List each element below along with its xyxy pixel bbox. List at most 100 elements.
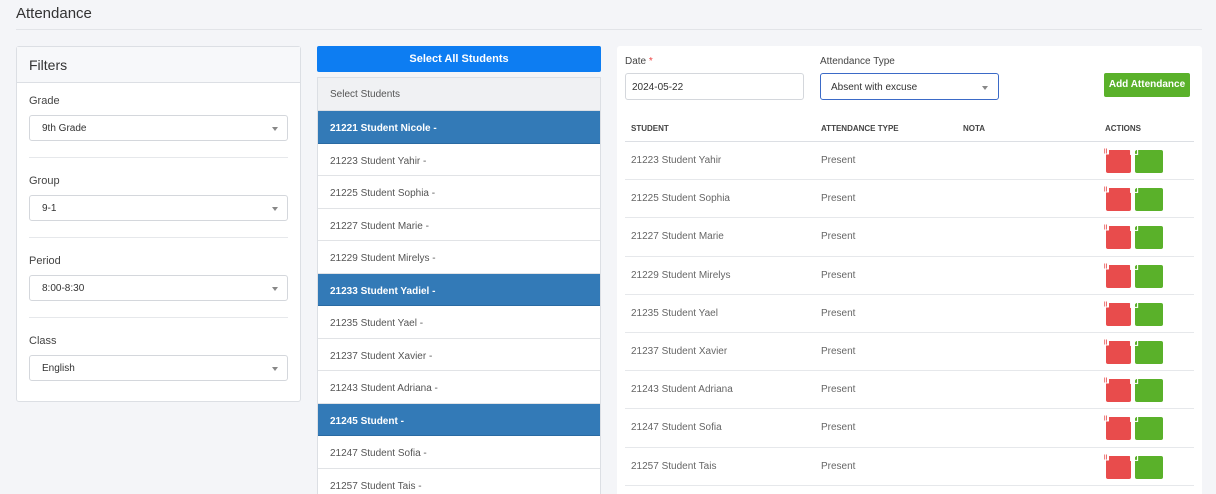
row-student: 21223 Student Yahir [631,155,722,166]
date-input[interactable]: 2024-05-22 [625,73,804,100]
student-list-item[interactable]: 21223 Student Yahir - [318,144,600,176]
row-attendance-type: Present [821,307,856,319]
row-student: 21243 Student Adriana [631,384,733,396]
header-student: STUDENT [631,124,669,133]
row-attendance-type: Present [821,345,856,357]
delete-button[interactable] [1102,260,1131,288]
row-student: 21225 Student Sophia [631,193,730,205]
delete-button[interactable] [1102,298,1131,326]
student-list-item[interactable]: 21237 Student Xavier - [318,339,600,371]
table-row: 21225 Student Sophia Present [625,180,1194,219]
row-student: 21227 Student Marie [631,231,724,243]
class-value: English [42,363,75,374]
table-row: 21247 Student Sofia Present [625,409,1194,448]
edit-button[interactable] [1130,450,1163,479]
grade-filter: Grade 9th Grade [29,95,288,141]
caret-down-icon [272,287,278,291]
group-label: Group [29,175,60,187]
caret-down-icon [272,367,278,371]
filter-divider [29,317,288,318]
filter-divider [29,157,288,158]
delete-button[interactable] [1102,374,1131,403]
table-row: 21223 Student Yahir Present [625,142,1194,181]
period-select[interactable]: 8:00-8:30 [29,275,288,301]
delete-button[interactable] [1102,145,1131,173]
row-attendance-type: Present [821,384,856,396]
table-row: 21237 Student Xavier Present [625,333,1194,372]
edit-button[interactable] [1130,221,1163,250]
grade-value: 9th Grade [42,123,87,134]
edit-button[interactable] [1130,259,1163,288]
period-filter: Period 8:00-8:30 [29,255,288,301]
row-attendance-type: Present [821,460,856,472]
caret-down-icon [272,127,278,131]
group-filter: Group 9-1 [29,175,288,221]
attendance-type-select[interactable]: Absent with excuse [820,73,999,100]
delete-button[interactable] [1102,183,1131,212]
class-select[interactable]: English [29,355,288,381]
row-attendance-type: Present [821,193,856,205]
table-row: 21227 Student Marie Present [625,218,1194,257]
edit-button[interactable] [1130,374,1163,403]
date-label: Date * [625,56,653,67]
student-list-item[interactable]: 21247 Student Sofia - [318,436,600,469]
table-row: 21235 Student Yael Present [625,295,1194,333]
caret-down-icon [982,86,988,90]
row-student: 21257 Student Tais [631,460,717,472]
student-list-item[interactable]: 21257 Student Tais - [318,469,600,494]
row-attendance-type: Present [821,155,856,166]
filters-panel: Filters Grade 9th Grade Group 9-1 Period… [16,46,301,402]
delete-button[interactable] [1102,336,1131,364]
row-student: 21237 Student Xavier [631,345,728,357]
title-divider [16,29,1202,30]
table-header: STUDENT ATTENDANCE TYPE NOTA ACTIONS [625,118,1194,142]
caret-down-icon [272,207,278,211]
student-list-item[interactable]: 21235 Student Yael - [318,306,600,339]
period-value: 8:00-8:30 [42,283,85,294]
row-attendance-type: Present [821,231,856,243]
filters-title: Filters [17,47,300,83]
delete-button[interactable] [1102,451,1131,479]
group-select[interactable]: 9-1 [29,195,288,221]
table-row: 21243 Student Adriana Present [625,371,1194,410]
attendance-type-label: Attendance Type [820,56,895,67]
attendance-table: STUDENT ATTENDANCE TYPE NOTA ACTIONS 212… [625,118,1194,486]
grade-label: Grade [29,95,60,107]
student-list-item[interactable]: 21221 Student Nicole - [318,111,600,144]
edit-button[interactable] [1130,412,1163,441]
table-row: 21257 Student Tais Present [625,448,1194,486]
header-attendance-type: ATTENDANCE TYPE [821,124,899,133]
add-attendance-button[interactable]: Add Attendance [1104,73,1190,97]
select-all-students-button[interactable]: Select All Students [317,46,601,72]
class-label: Class [29,335,57,347]
grade-select[interactable]: 9th Grade [29,115,288,141]
student-list-item[interactable]: 21227 Student Marie - [318,209,600,241]
edit-button[interactable] [1130,183,1163,212]
student-list-item[interactable]: 21229 Student Mirelys - [318,241,600,274]
period-label: Period [29,255,61,267]
delete-button[interactable] [1102,412,1131,441]
edit-button[interactable] [1130,145,1163,173]
student-list-header: Select Students [318,78,600,111]
attendance-type-value: Absent with excuse [831,82,918,93]
date-label-text: Date [625,56,647,67]
student-list-item[interactable]: 21225 Student Sophia - [318,176,600,209]
page-title: Attendance [16,5,92,22]
row-student: 21235 Student Yael [631,307,718,319]
row-attendance-type: Present [821,422,856,434]
required-mark: * [648,56,653,67]
delete-button[interactable] [1102,221,1131,250]
edit-button[interactable] [1130,298,1163,326]
header-actions: ACTIONS [1105,124,1141,133]
group-value: 9-1 [42,203,57,214]
attendance-panel: Date * 2024-05-22 Attendance Type Absent… [617,46,1202,494]
student-list-item[interactable]: 21233 Student Yadiel - [318,273,600,306]
row-student: 21247 Student Sofia [631,422,722,434]
header-nota: NOTA [963,124,986,133]
student-list-item[interactable]: 21245 Student - [318,403,600,436]
row-student: 21229 Student Mirelys [631,269,731,281]
edit-button[interactable] [1130,336,1163,364]
student-list: Select Students 21221 Student Nicole -21… [317,77,601,494]
student-list-item[interactable]: 21243 Student Adriana - [318,371,600,404]
class-filter: Class English [29,335,288,381]
